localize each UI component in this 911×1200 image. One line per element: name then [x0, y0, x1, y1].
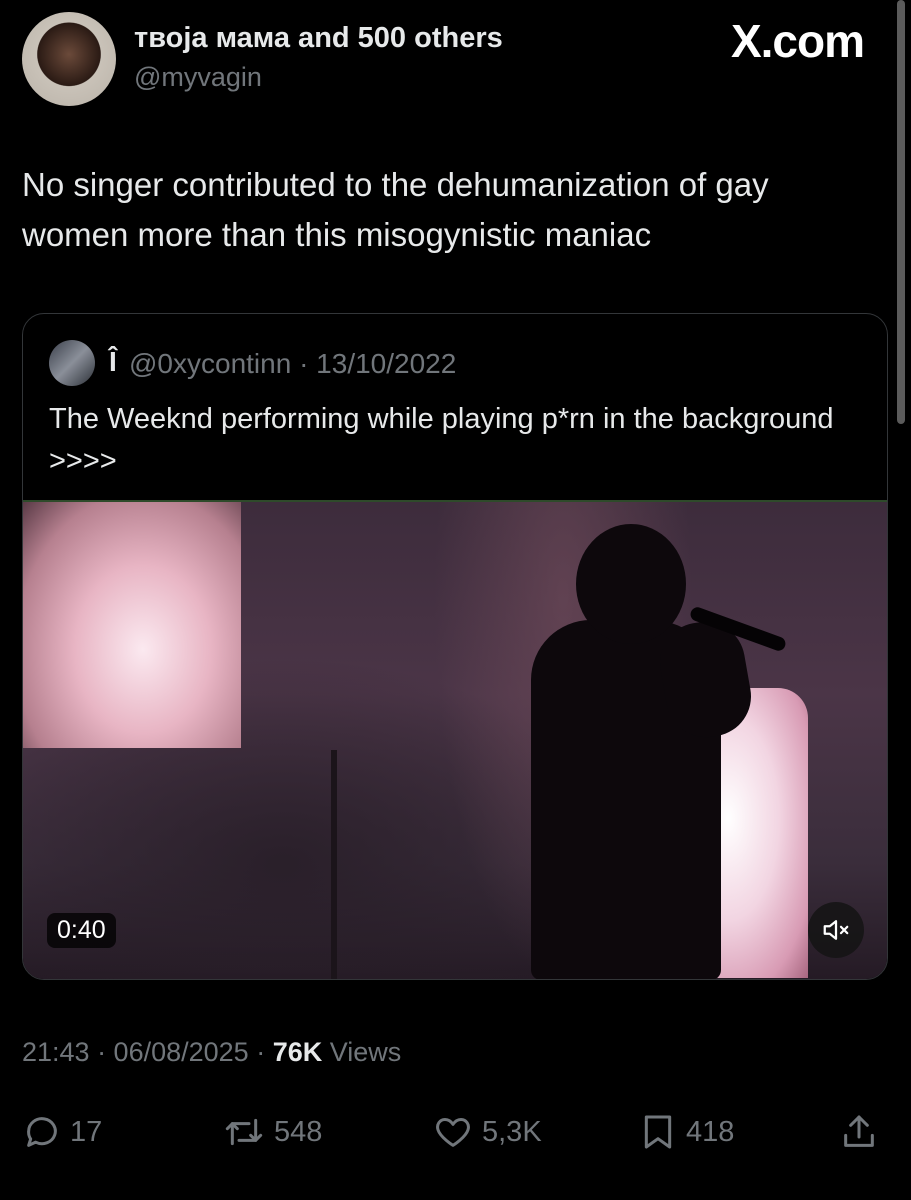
bookmark-icon — [644, 1115, 672, 1149]
quoted-author-name[interactable]: Î — [109, 346, 117, 378]
like-count: 5,3K — [482, 1115, 542, 1148]
like-button[interactable]: 5,3K — [432, 1110, 542, 1154]
speaker-muted-icon — [823, 920, 849, 940]
author-handle[interactable]: @myvagin — [134, 62, 262, 93]
post-meta: 21:43 · 06/08/2025 · 76K Views — [22, 1037, 401, 1068]
post-timestamp[interactable]: 21:43 · 06/08/2025 · — [22, 1037, 273, 1067]
video-player[interactable]: 0:40 — [23, 500, 887, 979]
video-duration-badge: 0:40 — [47, 913, 116, 948]
mute-button[interactable] — [808, 902, 864, 958]
repost-count: 548 — [274, 1115, 323, 1148]
reply-count: 17 — [70, 1115, 103, 1148]
share-button[interactable] — [839, 1110, 879, 1154]
quoted-author-avatar[interactable] — [49, 340, 95, 386]
reply-button[interactable]: 17 — [22, 1110, 102, 1154]
author-avatar[interactable] — [22, 12, 116, 106]
author-display-name[interactable]: твоја мама and 500 others — [134, 22, 503, 55]
scrollbar[interactable] — [897, 0, 905, 424]
background-screen-left — [23, 502, 241, 748]
views-label: Views — [322, 1037, 402, 1067]
reply-icon — [27, 1117, 57, 1147]
post-text: No singer contributed to the dehumanizat… — [22, 166, 769, 253]
performer-head — [576, 524, 686, 644]
views-count: 76K — [272, 1037, 323, 1067]
repost-icon — [225, 1118, 263, 1146]
mic-stand — [331, 750, 337, 979]
x-logo: X.com — [730, 15, 865, 67]
bookmark-count: 418 — [686, 1115, 735, 1148]
bookmark-button[interactable]: 418 — [638, 1110, 734, 1154]
share-icon — [844, 1115, 874, 1147]
repost-button[interactable]: 548 — [222, 1110, 322, 1154]
quoted-author-handle-date[interactable]: @0xycontinn · 13/10/2022 — [129, 348, 456, 380]
quoted-post-card[interactable]: Î @0xycontinn · 13/10/2022 The Weeknd pe… — [22, 313, 888, 980]
quoted-post-text: The Weeknd performing while playing p*rn… — [49, 403, 834, 477]
heart-icon — [436, 1118, 470, 1147]
